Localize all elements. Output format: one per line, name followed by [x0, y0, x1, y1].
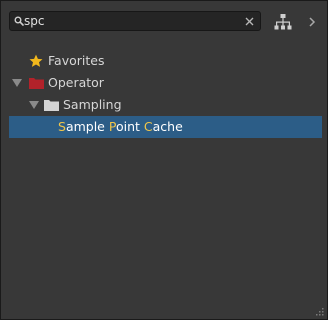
close-icon — [245, 17, 253, 25]
chevron-right-icon[interactable] — [305, 13, 319, 31]
label-segment: ache — [152, 119, 183, 134]
label-segment: ample — [65, 119, 109, 134]
hierarchy-icon[interactable] — [273, 13, 293, 31]
search-results-tree: Favorites Operator Sampling Sample Point… — [9, 50, 322, 138]
resize-grip-icon[interactable] — [314, 306, 324, 316]
tree-item-favorites[interactable]: Favorites — [9, 50, 322, 72]
star-icon — [29, 54, 43, 67]
tree-item-label: Favorites — [48, 53, 105, 68]
search-field[interactable] — [9, 11, 261, 31]
search-match: P — [108, 119, 116, 134]
tree-item-label: Operator — [48, 75, 104, 90]
search-match: C — [143, 119, 153, 134]
search-icon — [14, 16, 24, 26]
tree-item-label: Sampling — [63, 97, 122, 112]
search-input[interactable] — [24, 13, 236, 29]
tree-item-sampling[interactable]: Sampling — [9, 94, 322, 116]
clear-search-button[interactable] — [242, 13, 256, 29]
folder-icon — [29, 78, 44, 89]
tree-item-operator[interactable]: Operator — [9, 72, 322, 94]
expanded-arrow-icon[interactable] — [29, 101, 39, 110]
expanded-arrow-icon[interactable] — [12, 79, 22, 88]
search-panel: Favorites Operator Sampling Sample Point… — [0, 0, 328, 320]
tree-item-label: Sample Point Cache — [58, 116, 183, 138]
search-match: S — [58, 119, 66, 134]
label-segment: oint — [115, 119, 144, 134]
folder-icon — [44, 100, 59, 111]
tree-item-sample-point-cache[interactable]: Sample Point Cache — [9, 116, 322, 138]
